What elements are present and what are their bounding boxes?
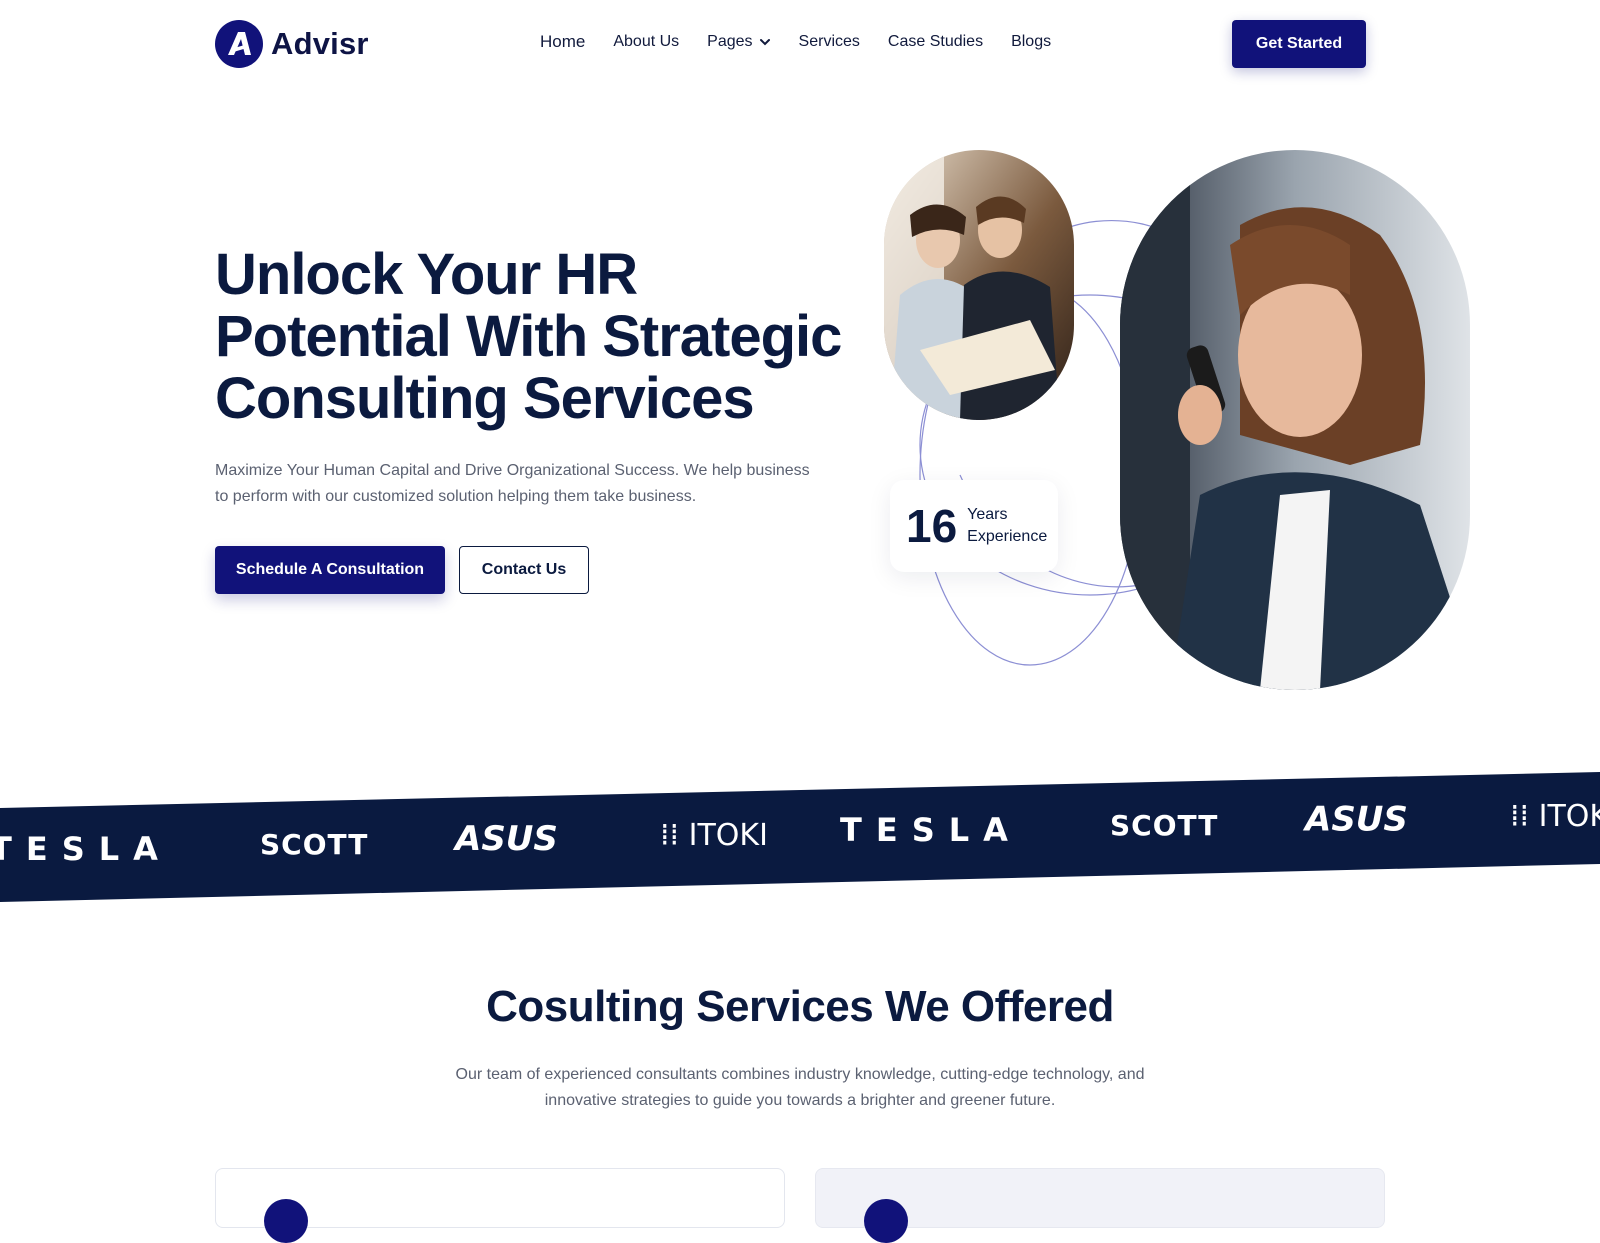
hero-illustration — [884, 150, 1470, 690]
nav-pages-label: Pages — [707, 33, 753, 50]
experience-card: 16 Years Experience — [890, 480, 1058, 572]
experience-label: Years Experience — [967, 506, 1048, 545]
contact-us-button[interactable]: Contact Us — [459, 546, 589, 594]
client-logo-asus: ASUS — [452, 819, 558, 859]
nav-blogs[interactable]: Blogs — [1011, 33, 1051, 51]
client-logo-scott: SCOTT — [1110, 809, 1218, 842]
get-started-button[interactable]: Get Started — [1232, 20, 1366, 68]
service-card[interactable] — [215, 1168, 785, 1243]
experience-value: 16 — [906, 500, 958, 552]
nav-services[interactable]: Services — [799, 33, 860, 51]
service-card[interactable] — [815, 1168, 1385, 1243]
services-subtitle: Our team of experienced consultants comb… — [455, 1066, 1145, 1109]
nav-home[interactable]: Home — [540, 32, 585, 52]
client-logo-tesla: TESLA — [0, 830, 172, 868]
client-logo-asus: ASUS — [1302, 800, 1408, 840]
nav-pages[interactable]: Pages — [707, 33, 770, 51]
chevron-down-icon — [759, 39, 770, 46]
colleagues-photo — [884, 150, 1074, 420]
brand-name: Advisr — [271, 26, 369, 61]
brand-mark-icon — [215, 20, 263, 68]
client-logo-scott: SCOTT — [260, 828, 368, 861]
services-title: Cosulting Services We Offered — [486, 982, 1114, 1031]
nav-case-studies[interactable]: Case Studies — [888, 33, 983, 51]
client-logo-tesla: TESLA — [840, 811, 1022, 849]
client-logo-itoki: ⁞⁞ ITOKI — [1510, 799, 1600, 834]
woman-phone-photo — [1120, 150, 1470, 690]
hero-title: Unlock Your HR Potential With Strategic … — [215, 242, 842, 431]
brand-logo[interactable]: Advisr — [215, 20, 369, 68]
schedule-consultation-button[interactable]: Schedule A Consultation — [215, 546, 445, 594]
hero-subtitle: Maximize Your Human Capital and Drive Or… — [215, 462, 810, 505]
client-logo-band: TESLA SCOTT ASUS ⁞⁞ ITOKI TESLA SCOTT ASUS ⁞⁞ I… — [0, 772, 1600, 902]
service-icon — [864, 1199, 908, 1243]
nav-about[interactable]: About Us — [613, 33, 679, 51]
service-icon — [264, 1199, 308, 1243]
main-nav: Home About Us Pages Services Case Studie… — [540, 32, 1079, 52]
client-logo-itoki: ⁞⁞ ITOKI — [660, 818, 768, 853]
